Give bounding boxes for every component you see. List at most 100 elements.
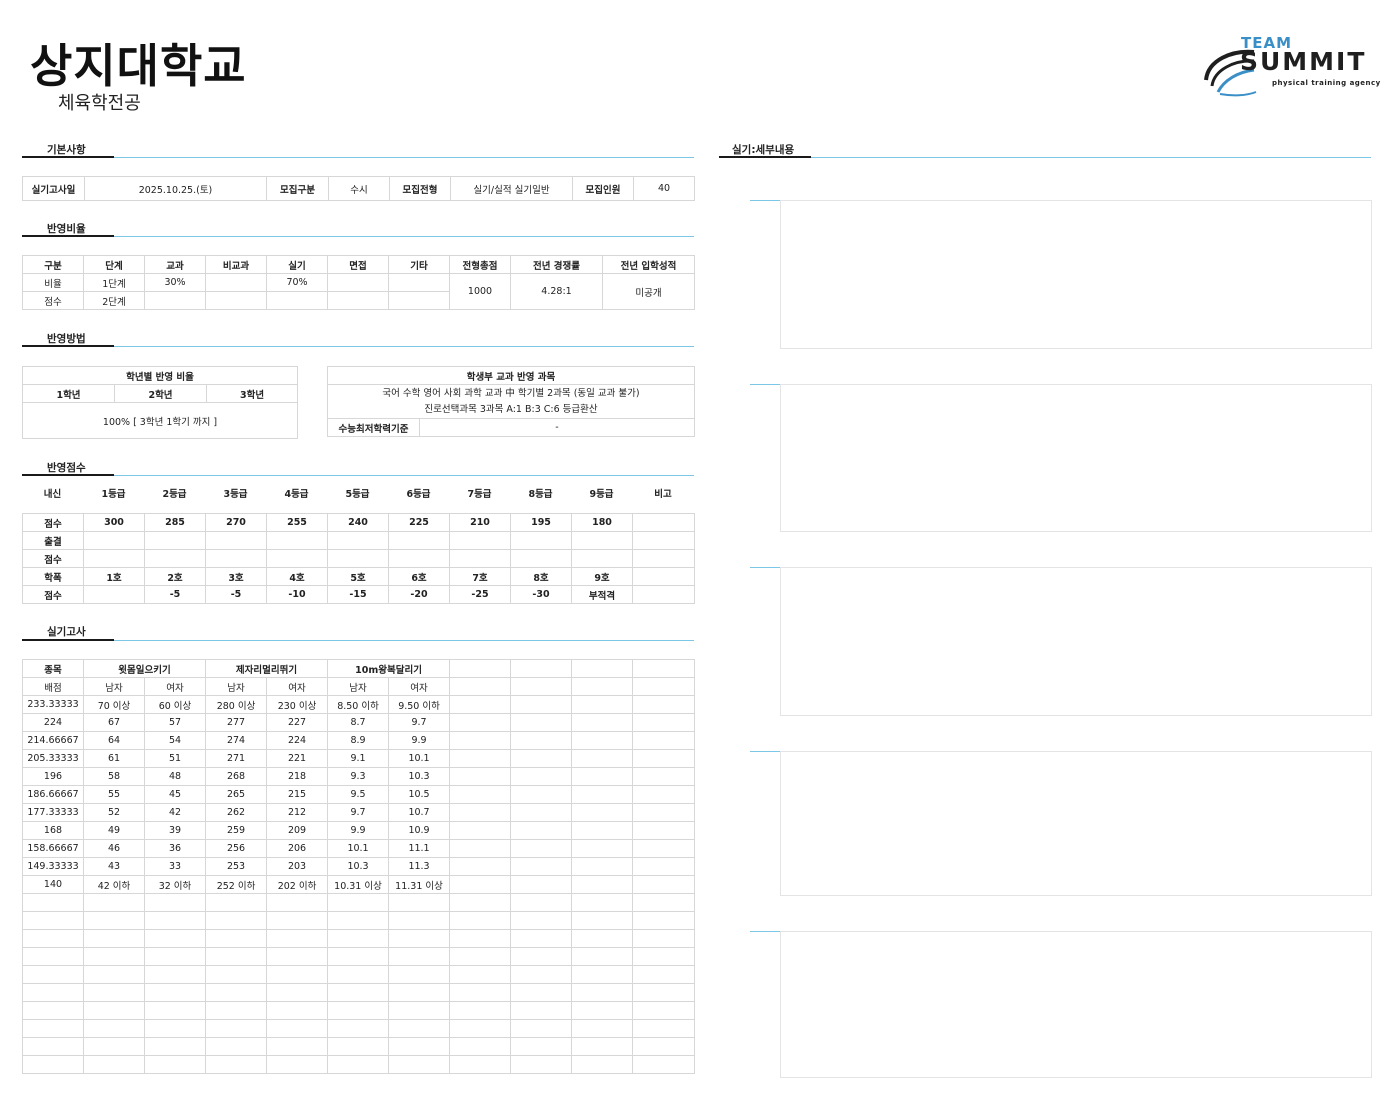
section-basic-line <box>22 157 694 158</box>
score-cell: 225 <box>388 513 450 532</box>
practical-cell <box>22 1001 84 1020</box>
score-row-label: 점수 <box>22 513 84 532</box>
practical-cell <box>632 965 696 984</box>
practical-cell <box>205 1019 268 1038</box>
practical-cell <box>449 659 512 678</box>
practical-cell <box>83 929 145 948</box>
university-name: 상지대학교 <box>30 39 247 93</box>
practical-cell <box>510 677 573 696</box>
ratio-nonsubject <box>205 273 267 292</box>
practical-value: 9.1 <box>327 749 390 768</box>
practical-value: 202 이하 <box>266 875 329 894</box>
score-cell: 270 <box>205 513 267 532</box>
practical-cell <box>449 947 512 966</box>
practical-cell <box>632 893 696 912</box>
subject-line-2: 진로선택과목 3과목 A:1 B:3 C:6 등급환산 <box>424 403 598 415</box>
practical-cell <box>143 1001 207 1020</box>
practical-table: 종목 윗몸일으키기 제자리멀리뛰기 10m왕복달리기 배점 남자 여자 남자 여자 남자 여… <box>22 659 696 1074</box>
practical-value: 9.9 <box>388 731 451 750</box>
practical-cell <box>632 983 696 1002</box>
practical-cell <box>83 1001 145 1020</box>
practical-value: 8.50 이하 <box>327 695 390 714</box>
practical-points: 224 <box>22 713 84 732</box>
practical-cell <box>327 893 390 912</box>
score-header-table: 내신 1등급 2등급 3등급 4등급 5등급 6등급 7등급 8등급 9등급 비… <box>22 484 694 501</box>
logo-tagline: physical training agency <box>1272 79 1381 87</box>
practical-row: 196 58 48 268 218 9.3 10.3 <box>22 767 696 786</box>
practical-empty-row <box>22 965 696 984</box>
practical-subheader: 남자 <box>205 677 268 696</box>
practical-cell <box>205 1001 268 1020</box>
practical-subheader: 여자 <box>143 677 207 696</box>
csat-label: 수능최저학력기준 <box>327 418 420 437</box>
subject-title: 학생부 교과 반영 과목 <box>327 366 695 385</box>
practical-subheader: 남자 <box>83 677 145 696</box>
practical-cell <box>571 857 634 876</box>
score-cell: -30 <box>510 585 572 604</box>
practical-cell <box>388 1037 451 1056</box>
practical-cell <box>449 1001 512 1020</box>
score-cell <box>83 585 145 604</box>
type-value: 실기/실적 실기일반 <box>450 176 573 201</box>
practical-cell <box>449 911 512 930</box>
practical-cell <box>632 767 696 786</box>
practical-value: 10.1 <box>327 839 390 858</box>
practical-header: 종목 <box>22 659 84 678</box>
score-header: 1등급 <box>101 488 126 500</box>
section-ratio-line <box>22 236 694 237</box>
score-cell <box>510 531 572 550</box>
practical-cell <box>632 803 696 822</box>
ratio-row-label: 비율 <box>22 273 84 292</box>
practical-cell <box>327 947 390 966</box>
exam-date-value: 2025.10.25.(토) <box>84 176 267 201</box>
practical-value: 10.31 이상 <box>327 875 390 894</box>
ratio-cell <box>144 291 206 310</box>
practical-value: 218 <box>266 767 329 786</box>
score-cell: 300 <box>83 513 145 532</box>
score-cell: 285 <box>144 513 206 532</box>
score-row-label: 출결 <box>22 531 84 550</box>
practical-cell <box>510 713 573 732</box>
practical-cell <box>571 1037 634 1056</box>
practical-cell <box>327 911 390 930</box>
practical-cell <box>510 749 573 768</box>
practical-cell <box>83 983 145 1002</box>
practical-cell <box>388 1019 451 1038</box>
practical-cell <box>22 1037 84 1056</box>
practical-cell <box>449 695 512 714</box>
practical-value: 268 <box>205 767 268 786</box>
section-ratio-title: 반영비율 <box>47 223 86 235</box>
grade-header: 1학년 <box>22 384 115 403</box>
practical-header: 제자리멀리뛰기 <box>205 659 329 678</box>
practical-cell <box>449 677 512 696</box>
practical-empty-row <box>22 911 696 930</box>
practical-cell <box>632 1019 696 1038</box>
practical-cell <box>510 857 573 876</box>
practical-value: 11.3 <box>388 857 451 876</box>
practical-points: 168 <box>22 821 84 840</box>
practical-cell <box>510 695 573 714</box>
practical-points: 186.66667 <box>22 785 84 804</box>
practical-value: 221 <box>266 749 329 768</box>
score-header: 8등급 <box>528 488 553 500</box>
practical-cell <box>510 1037 573 1056</box>
practical-cell <box>571 821 634 840</box>
practical-value: 49 <box>83 821 145 840</box>
score-header: 5등급 <box>345 488 370 500</box>
practical-points: 196 <box>22 767 84 786</box>
practical-value: 209 <box>266 821 329 840</box>
ratio-header: 실기 <box>266 255 328 274</box>
score-cell <box>632 567 695 586</box>
practical-value: 277 <box>205 713 268 732</box>
section-detail-accent <box>719 156 811 158</box>
section-score-line <box>22 475 694 476</box>
score-row-label: 점수 <box>22 585 84 604</box>
score-cell <box>144 549 206 568</box>
score-cell <box>449 531 511 550</box>
practical-cell <box>449 731 512 750</box>
practical-cell <box>571 965 634 984</box>
ratio-header: 전년 입학성적 <box>602 255 695 274</box>
grade-ratio-table: 학년별 반영 비율 1학년 2학년 3학년 100% [ 3학년 1학기 까지 … <box>21 366 299 439</box>
practical-cell <box>205 929 268 948</box>
practical-points: 149.33333 <box>22 857 84 876</box>
